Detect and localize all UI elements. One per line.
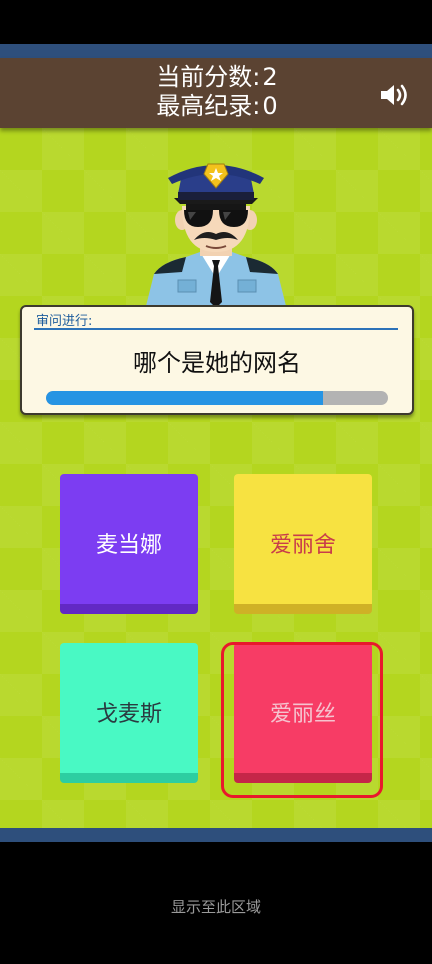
bottom-area: 显示至此区域 bbox=[0, 842, 432, 964]
current-score-label: 当前分数: bbox=[156, 63, 261, 91]
question-panel: 审问进行: 哪个是她的网名 bbox=[20, 305, 414, 415]
answer-label-3: 戈麦斯 bbox=[95, 702, 162, 727]
timer-progress-bar bbox=[46, 391, 388, 405]
panel-divider bbox=[34, 328, 398, 330]
interrogation-title: 审问进行: bbox=[36, 314, 93, 329]
best-score-line: 最高纪录:0 bbox=[0, 92, 432, 120]
score-header: 当前分数:2 最高纪录:0 bbox=[0, 58, 432, 128]
bottom-border-strip bbox=[0, 828, 432, 842]
top-border-strip bbox=[0, 44, 432, 58]
current-score-line: 当前分数:2 bbox=[0, 63, 432, 91]
speaker-volume-icon[interactable] bbox=[378, 82, 410, 108]
answer-button-3[interactable]: 戈麦斯 bbox=[60, 643, 198, 781]
game-screen: 当前分数:2 最高纪录:0 审问进行: 哪个是她的网名 麦当娜 爱丽舍 戈麦斯 … bbox=[0, 0, 432, 964]
answer-button-1[interactable]: 麦当娜 bbox=[60, 474, 198, 612]
answer-button-4[interactable]: 爱丽丝 bbox=[234, 643, 372, 781]
timer-progress-fill bbox=[46, 391, 324, 405]
status-bar bbox=[0, 0, 432, 44]
police-officer-illustration bbox=[144, 163, 288, 314]
question-text: 哪个是她的网名 bbox=[133, 349, 301, 377]
best-score-label: 最高纪录: bbox=[156, 92, 261, 120]
game-board: 审问进行: 哪个是她的网名 麦当娜 爱丽舍 戈麦斯 爱丽丝 bbox=[0, 128, 432, 828]
display-area-hint: 显示至此区域 bbox=[170, 898, 261, 916]
answer-button-2-shadow bbox=[234, 604, 372, 614]
answer-button-1-shadow bbox=[60, 604, 198, 614]
answer-label-4: 爱丽丝 bbox=[269, 702, 336, 727]
current-score-value: 2 bbox=[262, 63, 278, 91]
answer-button-3-shadow bbox=[60, 773, 198, 783]
answer-label-1: 麦当娜 bbox=[95, 533, 162, 558]
answer-button-4-shadow bbox=[234, 773, 372, 783]
best-score-value: 0 bbox=[262, 92, 278, 120]
answer-button-2[interactable]: 爱丽舍 bbox=[234, 474, 372, 612]
answer-label-2: 爱丽舍 bbox=[269, 533, 336, 558]
